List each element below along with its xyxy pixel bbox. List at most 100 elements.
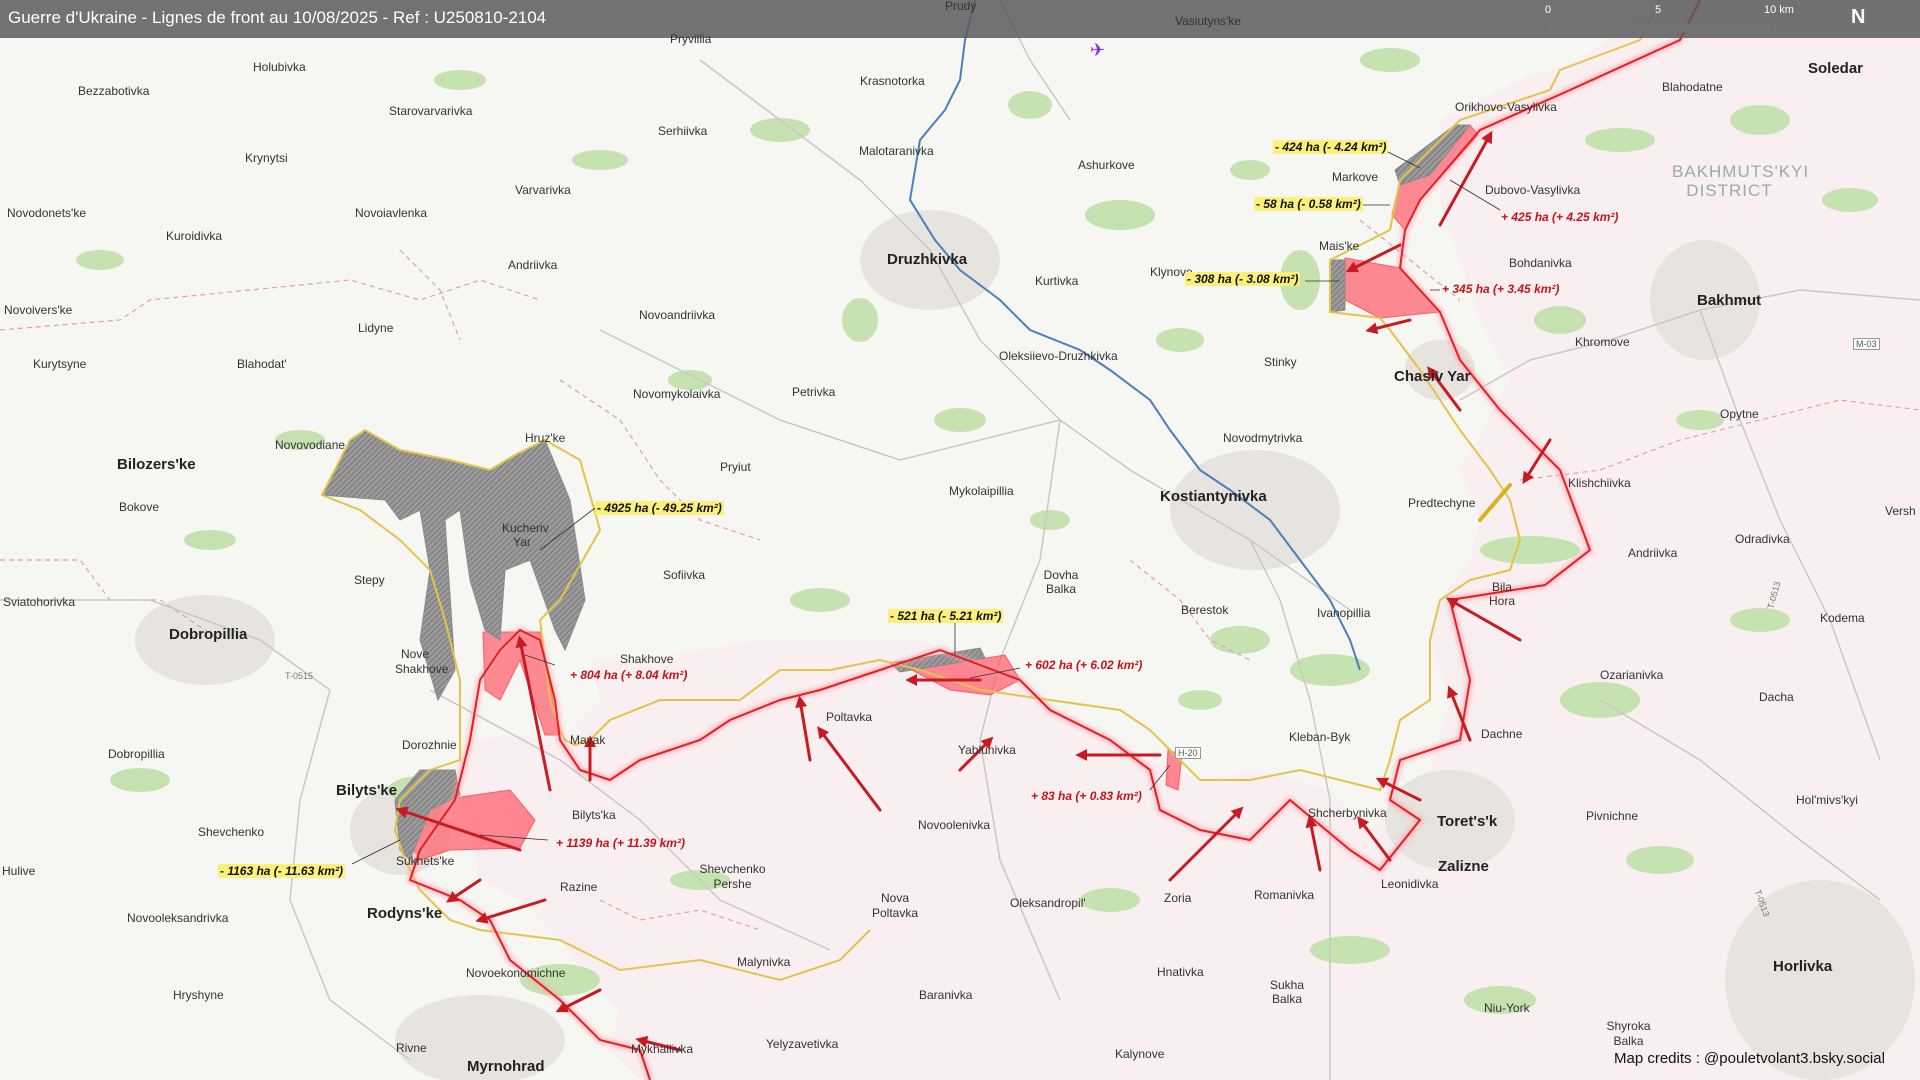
place-label: Novooleksandrivka <box>127 911 229 925</box>
place-label: Bilozers'ke <box>117 456 196 473</box>
place-label: Hryshyne <box>173 988 224 1002</box>
place-label: Dobropillia <box>108 747 165 761</box>
scale-label-5: 5 <box>1655 4 1662 16</box>
place-label: Malotaranivka <box>859 144 934 158</box>
place-label: Klishchiivka <box>1568 476 1631 490</box>
place-label: Soledar <box>1808 60 1864 77</box>
loss-annotation: - 58 ha (- 0.58 km²) <box>1254 197 1363 211</box>
place-label: Andriivka <box>508 258 558 272</box>
place-label: Shyroka Balka <box>1606 1019 1651 1048</box>
place-label: Ashurkove <box>1078 158 1135 172</box>
place-label: Druzhkivka <box>887 251 968 268</box>
place-label: Kurytsyne <box>33 357 87 371</box>
place-label: Nova Poltavka <box>871 891 919 920</box>
place-label: Kucheriv Yar <box>502 521 549 549</box>
place-label: Mykolaipillia <box>949 484 1014 498</box>
place-label: Stinky <box>1264 355 1297 369</box>
place-label: Ivanopillia <box>1317 606 1371 620</box>
place-label: Zoria <box>1164 891 1192 905</box>
place-label: Serhiivka <box>658 124 708 138</box>
place-label: Pivnichne <box>1586 809 1639 823</box>
place-label: Vasiutyns'ke <box>1175 14 1242 28</box>
place-label: Bilyts'ke <box>336 782 398 799</box>
place-label: Krynytsi <box>245 151 288 165</box>
place-label: Shakhove <box>620 652 674 666</box>
place-label: Krasnotorka <box>860 74 925 88</box>
north-arrow-icon: N <box>1851 6 1866 28</box>
place-label: Starovarvarivka <box>389 104 473 118</box>
place-label: Horlivka <box>1773 958 1833 975</box>
place-label: Dovha Balka <box>1043 568 1079 596</box>
scale-label-0: 0 <box>1545 4 1552 16</box>
place-label: Novoiavlenka <box>355 206 428 220</box>
loss-annotation: - 308 ha (- 3.08 km²) <box>1185 272 1301 286</box>
place-label: Odradivka <box>1735 532 1790 546</box>
place-label: Kodema <box>1820 611 1865 625</box>
map-credits: Map credits : @pouletvolant3.bsky.social <box>1614 1050 1885 1067</box>
place-label: Kostiantynivka <box>1160 488 1267 505</box>
place-label: Kalynove <box>1115 1047 1165 1061</box>
loss-area-maiske <box>1329 259 1346 313</box>
place-label: Yablunivka <box>958 743 1016 757</box>
road-label: M-03 <box>1853 338 1880 350</box>
road-label: H-20 <box>1175 747 1201 759</box>
place-label: Niu-York <box>1484 1001 1530 1015</box>
place-label: Kuroidivka <box>166 229 223 243</box>
place-label: Berestok <box>1181 603 1229 617</box>
loss-annotation: - 4925 ha (- 49.25 km²) <box>595 501 724 515</box>
place-label: Romanivka <box>1254 888 1315 902</box>
place-label: Myrnohrad <box>467 1058 545 1075</box>
place-label: Pryiut <box>720 460 751 474</box>
place-label: Novoekonomichne <box>466 966 566 980</box>
place-label: Bilyts'ka <box>572 808 616 822</box>
place-label: Varvarivka <box>515 183 571 197</box>
place-label: Leonidivka <box>1381 877 1439 891</box>
place-label: Sukha Balka <box>1269 978 1305 1006</box>
gain-annotation: + 1139 ha (+ 11.39 km²) <box>556 836 685 850</box>
place-label: Malynivka <box>737 955 791 969</box>
place-label: Novodonets'ke <box>7 206 87 220</box>
place-label: Prudy <box>945 0 977 13</box>
place-label: Bohdanivka <box>1509 256 1572 270</box>
place-label: Toret's'k <box>1437 813 1498 830</box>
place-label: Versh <box>1885 504 1916 518</box>
place-label: Shcherbynivka <box>1308 806 1387 820</box>
place-label: Blahodat' <box>237 357 287 371</box>
place-label: Markove <box>1332 170 1379 184</box>
place-label: Poltavka <box>826 710 873 724</box>
place-label: Bakhmut <box>1697 292 1762 309</box>
district-label: BAKHMUTS'KYI DISTRICT <box>1672 162 1810 200</box>
gain-annotation: + 602 ha (+ 6.02 km²) <box>1025 658 1143 672</box>
map-title: Guerre d'Ukraine - Lignes de front au 10… <box>8 8 547 27</box>
place-label: Hol'mivs'kyi <box>1796 793 1858 807</box>
place-label: Dacha <box>1759 690 1794 704</box>
place-label: Sofiivka <box>663 568 706 582</box>
place-label: Hruz'ke <box>525 431 566 445</box>
place-label: Oleksandropil' <box>1010 896 1086 910</box>
place-label: Dachne <box>1481 727 1523 741</box>
airport-icon: ✈ <box>1090 40 1105 60</box>
loss-annotation: - 1163 ha (- 11.63 km²) <box>218 864 345 878</box>
place-label: Andriivka <box>1628 546 1678 560</box>
place-label: Nove Shakhove <box>395 647 449 676</box>
place-label: Sviatohorivka <box>3 595 76 609</box>
map-canvas[interactable]: ✈ <box>0 0 1920 1080</box>
place-label: Dorozhnie <box>402 738 457 752</box>
place-label: Oleksiievo-Druzhkivka <box>999 349 1118 363</box>
place-label: Orikhovo-Vasylivka <box>1455 100 1557 114</box>
place-label: Bezzabotivka <box>78 84 150 98</box>
place-label: Rivne <box>396 1041 427 1055</box>
gain-annotation: + 425 ha (+ 4.25 km²) <box>1501 210 1619 224</box>
place-label: Pryvillia <box>670 32 712 46</box>
place-label: Bila Hora <box>1488 580 1515 608</box>
place-label: Novomykolaivka <box>633 387 721 401</box>
place-label: Mais'ke <box>1319 239 1360 253</box>
place-label: Shevchenko <box>198 825 265 839</box>
place-label: Novoandriivka <box>639 308 716 322</box>
place-label: Opytne <box>1720 407 1759 421</box>
place-label: Mykhailivka <box>631 1042 694 1056</box>
place-label: Lidyne <box>358 321 394 335</box>
place-label: Zalizne <box>1438 858 1489 875</box>
gain-annotation: + 345 ha (+ 3.45 km²) <box>1442 282 1560 296</box>
place-label: Bokove <box>119 500 160 514</box>
